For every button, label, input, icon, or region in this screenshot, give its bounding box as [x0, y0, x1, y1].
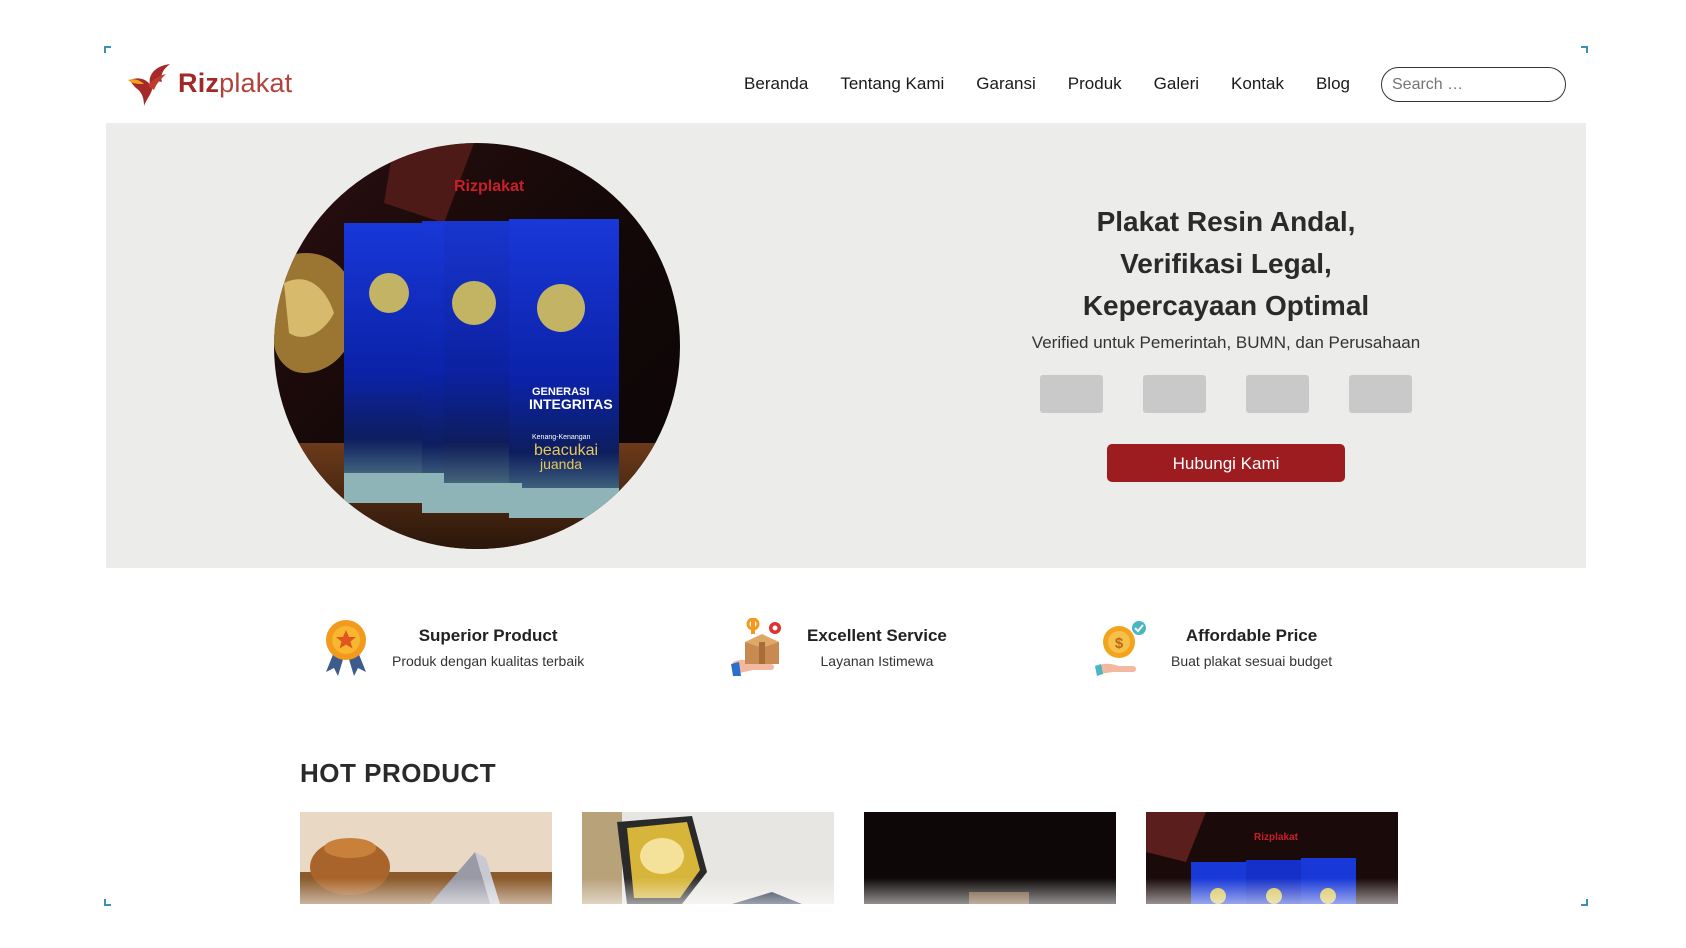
logo-light-text: plakat [219, 67, 293, 98]
hero-title-line: Kepercayaan Optimal [1082, 290, 1370, 321]
feature-title: Affordable Price [1185, 625, 1318, 645]
nav-item-tentang-kami[interactable]: Tentang Kami [840, 74, 944, 94]
product-watermark-text: Rizplakat [1254, 832, 1299, 843]
svg-text:$: $ [1115, 635, 1124, 652]
logo-bold-text: Riz [178, 67, 220, 98]
feature-desc: Layanan Istimewa [820, 652, 934, 669]
contact-us-button[interactable]: Hubungi Kami [1107, 444, 1345, 482]
medal-icon [326, 620, 366, 676]
trophy-text-line2: INTEGRITAS [529, 396, 613, 412]
nav-item-galeri[interactable]: Galeri [1154, 74, 1199, 94]
hero-title-line: Verifikasi Legal, [1120, 248, 1332, 279]
client-logo-row [976, 375, 1476, 413]
feature-superior-product: Superior Product Produk dengan kualitas … [320, 618, 584, 676]
hot-product-heading: HOT PRODUCT [300, 758, 497, 788]
trophy-brand2-text: juanda [539, 456, 582, 472]
page-frame: Rizplakat Beranda Tentang Kami Garansi P… [104, 46, 1588, 906]
trophy-caption-text: Kenang-Kenangan [532, 434, 590, 441]
client-logo-placeholder [1349, 375, 1412, 413]
hero-product-image: Rizplakat GENERASI INTEGRITAS Kenang-Ken… [274, 143, 680, 549]
client-logo-placeholder [1143, 375, 1206, 413]
hero-subtitle: Verified untuk Pemerintah, BUMN, dan Per… [1031, 333, 1421, 352]
feature-excellent-service: Excellent Service Layanan Istimewa [731, 618, 947, 676]
nav-item-blog[interactable]: Blog [1316, 74, 1350, 94]
nav-item-beranda[interactable]: Beranda [744, 74, 808, 94]
hero-title-line: Plakat Resin Andal, [1096, 206, 1356, 237]
search-input[interactable] [1381, 67, 1566, 102]
client-logo-placeholder [1040, 375, 1103, 413]
phoenix-logo-icon [128, 64, 170, 106]
service-box-icon [731, 618, 781, 676]
site-logo[interactable]: Rizplakat [126, 60, 292, 106]
feature-desc: Buat plakat sesuai budget [1171, 652, 1333, 669]
hero-image-watermark-text: Rizplakat [454, 178, 525, 195]
main-nav: Beranda Tentang Kami Garansi Produk Gale… [712, 74, 1350, 94]
site-header: Rizplakat Beranda Tentang Kami Garansi P… [106, 48, 1586, 122]
nav-item-garansi[interactable]: Garansi [976, 74, 1036, 94]
feature-desc: Produk dengan kualitas terbaik [392, 652, 585, 669]
hero-title: Plakat Resin Andal, Verifikasi Legal, Ke… [976, 201, 1476, 327]
bottom-fade-overlay [106, 878, 1586, 904]
hero-section: Rizplakat GENERASI INTEGRITAS Kenang-Ken… [106, 123, 1586, 568]
nav-item-produk[interactable]: Produk [1068, 74, 1122, 94]
feature-title: Excellent Service [807, 625, 947, 645]
client-logo-placeholder [1246, 375, 1309, 413]
feature-affordable-price: $ Affordable Price Buat plakat sesuai bu… [1095, 618, 1332, 676]
coin-hand-icon: $ [1095, 621, 1146, 676]
hero-content: Plakat Resin Andal, Verifikasi Legal, Ke… [976, 201, 1476, 482]
nav-item-kontak[interactable]: Kontak [1231, 74, 1284, 94]
feature-title: Superior Product [418, 625, 558, 645]
